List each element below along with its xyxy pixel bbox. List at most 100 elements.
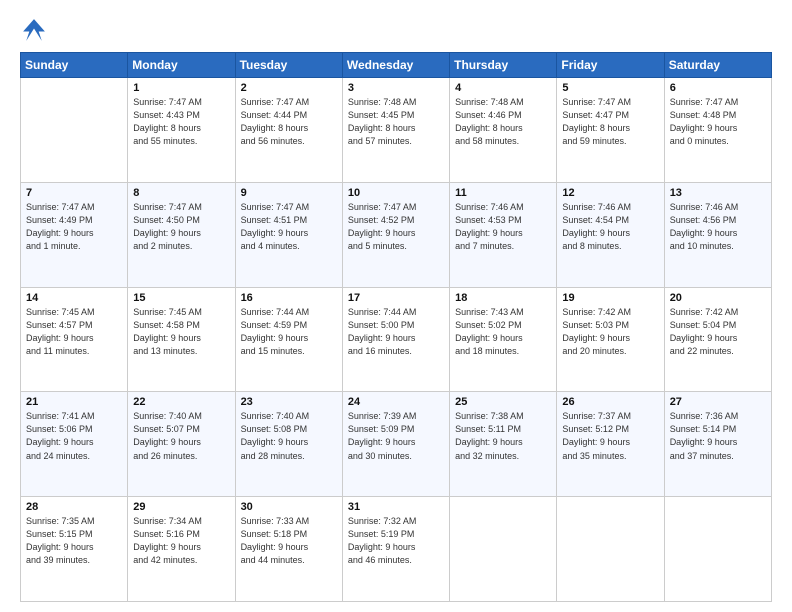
calendar-cell: 14 Sunrise: 7:45 AM Sunset: 4:57 PM Dayli… xyxy=(21,287,128,392)
calendar-cell: 4Sunrise: 7:48 AM Sunset: 4:46 PM Daylig… xyxy=(450,78,557,183)
cell-content: Sunrise: 7:47 AM Sunset: 4:47 PM Dayligh… xyxy=(562,96,658,148)
cell-content: Sunrise: 7:46 AM Sunset: 4:56 PM Dayligh… xyxy=(670,201,766,253)
day-number: 14 xyxy=(26,292,122,304)
calendar-week-0: 1Sunrise: 7:47 AM Sunset: 4:43 PM Daylig… xyxy=(21,78,772,183)
calendar-cell: 5 Sunrise: 7:47 AM Sunset: 4:47 PM Daylig… xyxy=(557,78,664,183)
day-number: 20 xyxy=(670,292,766,304)
calendar-week-3: 21 Sunrise: 7:41 AM Sunset: 5:06 PM Dayli… xyxy=(21,392,772,497)
col-header-monday: Monday xyxy=(128,53,235,78)
day-number: 21 xyxy=(26,396,122,408)
cell-content: Sunrise: 7:42 AM Sunset: 5:03 PM Dayligh… xyxy=(562,306,658,358)
cell-content: Sunrise: 7:48 AM Sunset: 4:45 PM Dayligh… xyxy=(348,96,444,148)
calendar-cell: 29 Sunrise: 7:34 AM Sunset: 5:16 PM Dayli… xyxy=(128,497,235,602)
day-number: 12 xyxy=(562,187,658,199)
day-number: 3 xyxy=(348,82,444,94)
day-number: 10 xyxy=(348,187,444,199)
calendar-week-1: 7 Sunrise: 7:47 AM Sunset: 4:49 PM Daylig… xyxy=(21,182,772,287)
calendar-week-2: 14 Sunrise: 7:45 AM Sunset: 4:57 PM Dayli… xyxy=(21,287,772,392)
day-number: 23 xyxy=(241,396,337,408)
cell-content: Sunrise: 7:47 AM Sunset: 4:51 PM Dayligh… xyxy=(241,201,337,253)
header xyxy=(20,16,772,44)
calendar-cell xyxy=(664,497,771,602)
calendar-cell: 30 Sunrise: 7:33 AM Sunset: 5:18 PM Dayli… xyxy=(235,497,342,602)
cell-content: Sunrise: 7:47 AM Sunset: 4:44 PM Dayligh… xyxy=(241,96,337,148)
calendar-cell: 8 Sunrise: 7:47 AM Sunset: 4:50 PM Daylig… xyxy=(128,182,235,287)
cell-content: Sunrise: 7:43 AM Sunset: 5:02 PM Dayligh… xyxy=(455,306,551,358)
calendar-table: SundayMondayTuesdayWednesdayThursdayFrid… xyxy=(20,52,772,602)
day-number: 28 xyxy=(26,501,122,513)
page: SundayMondayTuesdayWednesdayThursdayFrid… xyxy=(0,0,792,612)
day-number: 17 xyxy=(348,292,444,304)
calendar-cell: 15Sunrise: 7:45 AM Sunset: 4:58 PM Dayli… xyxy=(128,287,235,392)
calendar-cell xyxy=(21,78,128,183)
calendar-cell: 16 Sunrise: 7:44 AM Sunset: 4:59 PM Dayli… xyxy=(235,287,342,392)
cell-content: Sunrise: 7:34 AM Sunset: 5:16 PM Dayligh… xyxy=(133,515,229,567)
cell-content: Sunrise: 7:36 AM Sunset: 5:14 PM Dayligh… xyxy=(670,410,766,462)
calendar-cell: 21 Sunrise: 7:41 AM Sunset: 5:06 PM Dayli… xyxy=(21,392,128,497)
day-number: 11 xyxy=(455,187,551,199)
cell-content: Sunrise: 7:40 AM Sunset: 5:07 PM Dayligh… xyxy=(133,410,229,462)
calendar-cell: 23 Sunrise: 7:40 AM Sunset: 5:08 PM Dayli… xyxy=(235,392,342,497)
calendar-cell: 28Sunrise: 7:35 AM Sunset: 5:15 PM Dayli… xyxy=(21,497,128,602)
day-number: 29 xyxy=(133,501,229,513)
calendar-cell: 1Sunrise: 7:47 AM Sunset: 4:43 PM Daylig… xyxy=(128,78,235,183)
cell-content: Sunrise: 7:45 AM Sunset: 4:57 PM Dayligh… xyxy=(26,306,122,358)
col-header-thursday: Thursday xyxy=(450,53,557,78)
day-number: 22 xyxy=(133,396,229,408)
calendar-cell: 17 Sunrise: 7:44 AM Sunset: 5:00 PM Dayli… xyxy=(342,287,449,392)
calendar-header-row: SundayMondayTuesdayWednesdayThursdayFrid… xyxy=(21,53,772,78)
calendar-cell: 20 Sunrise: 7:42 AM Sunset: 5:04 PM Dayli… xyxy=(664,287,771,392)
day-number: 30 xyxy=(241,501,337,513)
calendar-cell: 10 Sunrise: 7:47 AM Sunset: 4:52 PM Dayli… xyxy=(342,182,449,287)
cell-content: Sunrise: 7:44 AM Sunset: 5:00 PM Dayligh… xyxy=(348,306,444,358)
calendar-cell: 7 Sunrise: 7:47 AM Sunset: 4:49 PM Daylig… xyxy=(21,182,128,287)
calendar-cell: 18Sunrise: 7:43 AM Sunset: 5:02 PM Dayli… xyxy=(450,287,557,392)
cell-content: Sunrise: 7:47 AM Sunset: 4:50 PM Dayligh… xyxy=(133,201,229,253)
calendar-cell: 22 Sunrise: 7:40 AM Sunset: 5:07 PM Dayli… xyxy=(128,392,235,497)
day-number: 16 xyxy=(241,292,337,304)
cell-content: Sunrise: 7:48 AM Sunset: 4:46 PM Dayligh… xyxy=(455,96,551,148)
day-number: 1 xyxy=(133,82,229,94)
col-header-wednesday: Wednesday xyxy=(342,53,449,78)
cell-content: Sunrise: 7:33 AM Sunset: 5:18 PM Dayligh… xyxy=(241,515,337,567)
cell-content: Sunrise: 7:40 AM Sunset: 5:08 PM Dayligh… xyxy=(241,410,337,462)
col-header-sunday: Sunday xyxy=(21,53,128,78)
day-number: 6 xyxy=(670,82,766,94)
day-number: 13 xyxy=(670,187,766,199)
calendar-cell: 31 Sunrise: 7:32 AM Sunset: 5:19 PM Dayli… xyxy=(342,497,449,602)
logo xyxy=(20,16,52,44)
cell-content: Sunrise: 7:47 AM Sunset: 4:52 PM Dayligh… xyxy=(348,201,444,253)
cell-content: Sunrise: 7:46 AM Sunset: 4:53 PM Dayligh… xyxy=(455,201,551,253)
cell-content: Sunrise: 7:39 AM Sunset: 5:09 PM Dayligh… xyxy=(348,410,444,462)
day-number: 31 xyxy=(348,501,444,513)
day-number: 5 xyxy=(562,82,658,94)
calendar-cell: 27 Sunrise: 7:36 AM Sunset: 5:14 PM Dayli… xyxy=(664,392,771,497)
cell-content: Sunrise: 7:47 AM Sunset: 4:49 PM Dayligh… xyxy=(26,201,122,253)
calendar-cell: 9Sunrise: 7:47 AM Sunset: 4:51 PM Daylig… xyxy=(235,182,342,287)
cell-content: Sunrise: 7:44 AM Sunset: 4:59 PM Dayligh… xyxy=(241,306,337,358)
day-number: 7 xyxy=(26,187,122,199)
day-number: 2 xyxy=(241,82,337,94)
day-number: 27 xyxy=(670,396,766,408)
cell-content: Sunrise: 7:38 AM Sunset: 5:11 PM Dayligh… xyxy=(455,410,551,462)
day-number: 24 xyxy=(348,396,444,408)
calendar-week-4: 28Sunrise: 7:35 AM Sunset: 5:15 PM Dayli… xyxy=(21,497,772,602)
cell-content: Sunrise: 7:42 AM Sunset: 5:04 PM Dayligh… xyxy=(670,306,766,358)
cell-content: Sunrise: 7:32 AM Sunset: 5:19 PM Dayligh… xyxy=(348,515,444,567)
calendar-cell: 3 Sunrise: 7:48 AM Sunset: 4:45 PM Daylig… xyxy=(342,78,449,183)
cell-content: Sunrise: 7:37 AM Sunset: 5:12 PM Dayligh… xyxy=(562,410,658,462)
calendar-cell: 12 Sunrise: 7:46 AM Sunset: 4:54 PM Dayli… xyxy=(557,182,664,287)
calendar-cell: 6Sunrise: 7:47 AM Sunset: 4:48 PM Daylig… xyxy=(664,78,771,183)
cell-content: Sunrise: 7:46 AM Sunset: 4:54 PM Dayligh… xyxy=(562,201,658,253)
logo-icon xyxy=(20,16,48,44)
calendar-cell: 11 Sunrise: 7:46 AM Sunset: 4:53 PM Dayli… xyxy=(450,182,557,287)
calendar-cell xyxy=(450,497,557,602)
calendar-cell xyxy=(557,497,664,602)
calendar-cell: 26Sunrise: 7:37 AM Sunset: 5:12 PM Dayli… xyxy=(557,392,664,497)
day-number: 8 xyxy=(133,187,229,199)
calendar-cell: 25Sunrise: 7:38 AM Sunset: 5:11 PM Dayli… xyxy=(450,392,557,497)
day-number: 19 xyxy=(562,292,658,304)
col-header-tuesday: Tuesday xyxy=(235,53,342,78)
cell-content: Sunrise: 7:41 AM Sunset: 5:06 PM Dayligh… xyxy=(26,410,122,462)
calendar-cell: 2 Sunrise: 7:47 AM Sunset: 4:44 PM Daylig… xyxy=(235,78,342,183)
